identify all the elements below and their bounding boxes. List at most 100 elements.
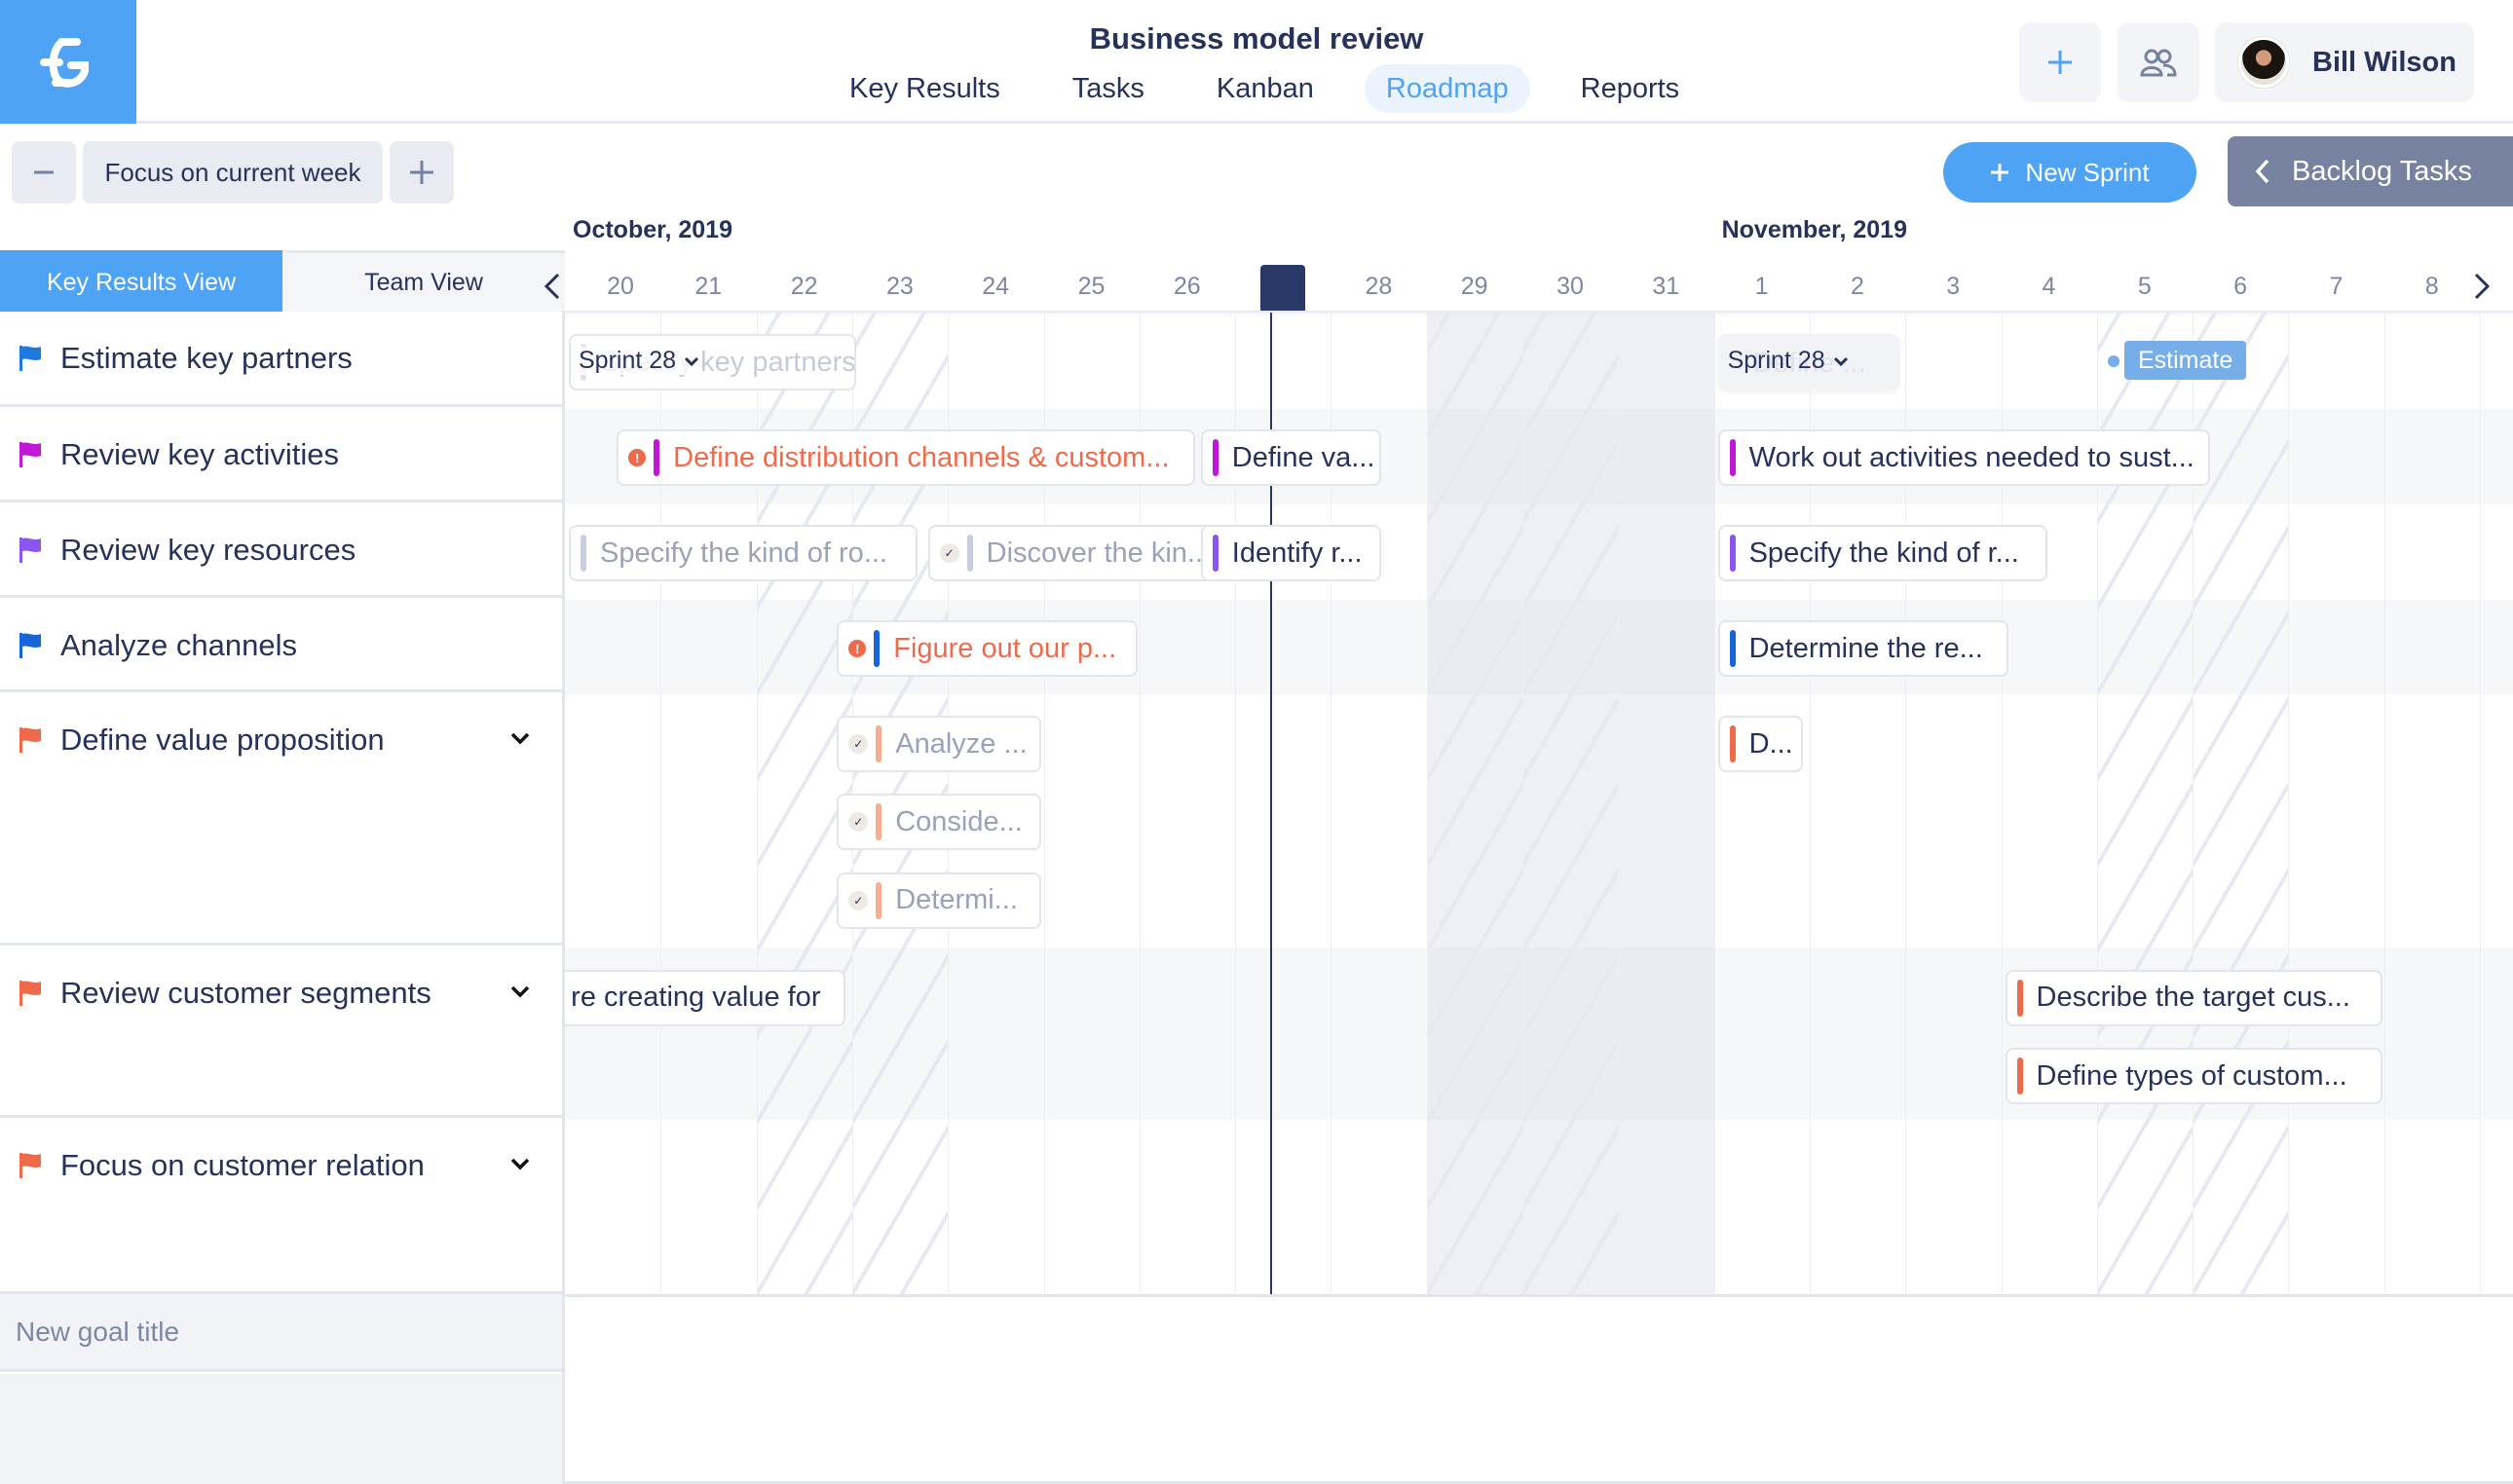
task-card[interactable]: Define types of custom... — [2005, 1048, 2382, 1105]
task-card[interactable]: Specify the kind of ro... — [569, 525, 918, 581]
backlog-tasks-button[interactable]: Backlog Tasks — [2228, 136, 2513, 206]
task-color-bar — [1729, 630, 1736, 667]
new-sprint-button[interactable]: New Sprint — [1943, 142, 2196, 203]
day-label[interactable]: 26 — [1140, 273, 1235, 301]
day-label[interactable]: 6 — [2193, 273, 2288, 301]
task-title: Analyze ... — [895, 727, 1028, 760]
tab-team-view[interactable]: Team View — [282, 250, 565, 312]
task-card[interactable]: D... — [1717, 716, 1803, 772]
task-card[interactable]: Work out activities needed to sust... — [1717, 429, 2210, 486]
task-card[interactable]: Specify the kind of r... — [1717, 525, 2047, 581]
tab-tasks[interactable]: Tasks — [1051, 64, 1166, 113]
goal-row[interactable]: Define value proposition — [0, 692, 562, 946]
flag-icon — [19, 633, 41, 658]
goal-row-content: Define value proposition — [19, 692, 385, 788]
day-label[interactable]: 5 — [2097, 273, 2193, 301]
day-label[interactable]: 28 — [1331, 273, 1426, 301]
goal-row-content: Review key resources — [19, 502, 356, 598]
chevron-down-icon[interactable] — [507, 1151, 533, 1176]
check-icon[interactable]: ✓ — [848, 812, 869, 833]
task-title: Describe the target cus... — [2036, 982, 2350, 1014]
user-menu-button[interactable]: Bill Wilson — [2215, 22, 2474, 102]
app-logo[interactable] — [0, 0, 136, 124]
goal-row[interactable]: Review customer segments — [0, 946, 562, 1118]
day-label[interactable]: 8 — [2384, 273, 2480, 301]
task-card[interactable]: ✓ Analyze ... — [837, 716, 1042, 772]
view-switcher: Key Results View Team View — [0, 250, 565, 312]
day-gridline — [1426, 313, 1428, 1294]
check-icon[interactable]: ✓ — [848, 890, 869, 910]
zoom-in-button[interactable] — [390, 141, 454, 204]
task-card[interactable]: ✓ Discover the kin... — [927, 525, 1229, 581]
task-color-bar — [1729, 725, 1736, 762]
goal-row[interactable]: Focus on customer relation — [0, 1118, 562, 1294]
sprint-gap-column — [1618, 313, 1714, 1294]
day-label[interactable]: 2 — [1810, 273, 1905, 301]
task-card[interactable]: Define va... — [1200, 429, 1382, 486]
day-label[interactable]: 31 — [1618, 273, 1713, 301]
task-title: Specify the kind of r... — [1748, 537, 2019, 569]
day-label[interactable]: 24 — [948, 273, 1043, 301]
task-card[interactable]: Determine the re... — [1717, 620, 2009, 677]
task-card[interactable]: ✓ Determi... — [837, 872, 1042, 929]
zoom-out-button[interactable] — [12, 141, 76, 204]
day-label[interactable]: 30 — [1522, 273, 1618, 301]
day-gridline — [2480, 313, 2481, 1294]
add-button[interactable] — [2019, 22, 2101, 102]
goal-title: Define value proposition — [60, 723, 385, 757]
chevron-down-icon[interactable] — [507, 725, 533, 751]
sidebar-footer — [0, 1374, 562, 1484]
task-color-bar — [874, 630, 881, 667]
plus-icon — [1991, 164, 2009, 181]
task-title: Discover the kin... — [986, 537, 1212, 569]
task-color-bar — [876, 803, 882, 841]
timeline-header: October, 2019 November, 2019 20 21 22 23 24 25 2… — [565, 204, 2513, 312]
sprint-dropdown[interactable]: Sprint 28 — [1728, 347, 1849, 375]
goal-title: Review customer segments — [60, 976, 431, 1010]
day-label[interactable]: 20 — [573, 273, 668, 301]
goal-row[interactable]: Review key resources — [0, 502, 562, 598]
sprint-dropdown[interactable]: Sprint 28 — [579, 347, 700, 375]
tab-kanban[interactable]: Kanban — [1195, 64, 1335, 113]
task-card[interactable]: Describe the target cus... — [2005, 969, 2382, 1026]
day-label[interactable]: 4 — [2002, 273, 2097, 301]
day-label[interactable]: 25 — [1044, 273, 1140, 301]
estimate-badge[interactable]: Estimate — [2124, 341, 2247, 380]
chevron-down-icon[interactable] — [507, 979, 533, 1004]
goal-row[interactable]: Estimate key partners — [0, 311, 562, 407]
chevron-right-icon[interactable] — [2466, 272, 2495, 301]
goal-row[interactable]: Review key activities — [0, 407, 562, 502]
task-card[interactable]: ! Figure out our p... — [837, 620, 1138, 677]
tab-key-results[interactable]: Key Results — [828, 64, 1022, 113]
task-card[interactable]: ✓ Conside... — [837, 794, 1042, 851]
tab-reports[interactable]: Reports — [1559, 64, 1702, 113]
task-title: Figure out our p... — [893, 632, 1117, 664]
day-label[interactable]: 3 — [1905, 273, 2001, 301]
tab-key-results-view[interactable]: Key Results View — [0, 250, 282, 312]
goal-row-content: Analyze channels — [19, 598, 297, 693]
task-card[interactable]: ! Define distribution channels & custom..… — [617, 429, 1195, 486]
task-card[interactable]: re creating value for — [565, 969, 845, 1026]
avatar — [2238, 37, 2289, 88]
new-goal-input[interactable]: New goal title — [0, 1294, 562, 1372]
focus-current-week-button[interactable]: Focus on current week — [83, 141, 383, 204]
day-gridline — [2288, 313, 2290, 1294]
day-label[interactable]: 29 — [1427, 273, 1522, 301]
weekend-column — [1522, 313, 1619, 1294]
task-color-bar — [1212, 439, 1219, 476]
team-button[interactable] — [2118, 22, 2199, 102]
goal-row[interactable]: Analyze channels — [0, 598, 562, 692]
tab-roadmap[interactable]: Roadmap — [1364, 64, 1530, 113]
chevron-left-icon — [2255, 159, 2269, 184]
flag-icon — [19, 538, 41, 563]
check-icon[interactable]: ✓ — [939, 543, 959, 563]
chevron-left-icon[interactable] — [539, 272, 568, 301]
goal-row-content: Focus on customer relation — [19, 1118, 425, 1213]
day-label[interactable]: 21 — [660, 273, 756, 301]
day-label[interactable]: 22 — [757, 273, 852, 301]
task-card[interactable]: Identify r... — [1200, 525, 1382, 581]
day-label[interactable]: 1 — [1714, 273, 1810, 301]
check-icon[interactable]: ✓ — [848, 734, 869, 754]
day-label[interactable]: 7 — [2288, 273, 2383, 301]
day-label[interactable]: 23 — [852, 273, 948, 301]
